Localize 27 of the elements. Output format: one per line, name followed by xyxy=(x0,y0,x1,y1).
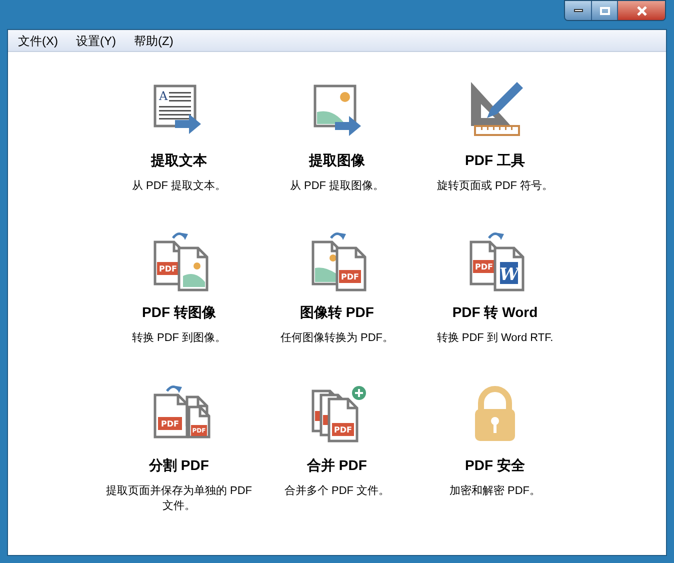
menu-item[interactable]: 帮助(Z) xyxy=(132,32,176,50)
tool-description: 旋转页面或 PDF 符号。 xyxy=(436,179,554,194)
tool-title[interactable]: 图像转 PDF xyxy=(300,302,374,324)
tool-title[interactable]: PDF 工具 xyxy=(465,150,525,171)
maximize-icon xyxy=(600,6,610,14)
tool-title[interactable]: PDF 转图像 xyxy=(142,302,216,324)
tool-description: 转换 PDF 到 Word RTF. xyxy=(436,331,554,346)
minimize-icon xyxy=(574,9,582,12)
tool-description: 合并多个 PDF 文件。 xyxy=(284,484,390,499)
tool-description: 加密和解密 PDF。 xyxy=(449,484,541,499)
menu-item[interactable]: 设置(Y) xyxy=(74,32,118,50)
tool-title[interactable]: PDF 转 Word xyxy=(452,302,538,324)
tool-description: 任何图像转换为 PDF。 xyxy=(280,331,394,346)
menu-item[interactable]: 文件(X) xyxy=(16,32,60,50)
tool-description: 从 PDF 提取文本。 xyxy=(132,179,226,194)
close-icon xyxy=(636,6,646,16)
minimize-button[interactable] xyxy=(565,1,592,20)
tool-title[interactable]: 分割 PDF xyxy=(149,454,209,476)
close-button[interactable] xyxy=(618,1,665,20)
tool-description: 转换 PDF 到图像。 xyxy=(132,331,226,346)
tool-title[interactable]: PDF 安全 xyxy=(465,454,525,476)
maximize-button[interactable] xyxy=(592,1,618,20)
tool-title[interactable]: 提取文本 xyxy=(151,150,207,171)
tool-description: 提取页面并保存为单独的 PDF 文件。 xyxy=(104,484,254,514)
tool-description: 从 PDF 提取图像。 xyxy=(290,179,384,194)
tool-title[interactable]: 合并 PDF xyxy=(307,454,367,476)
tool-title[interactable]: 提取图像 xyxy=(309,150,365,171)
